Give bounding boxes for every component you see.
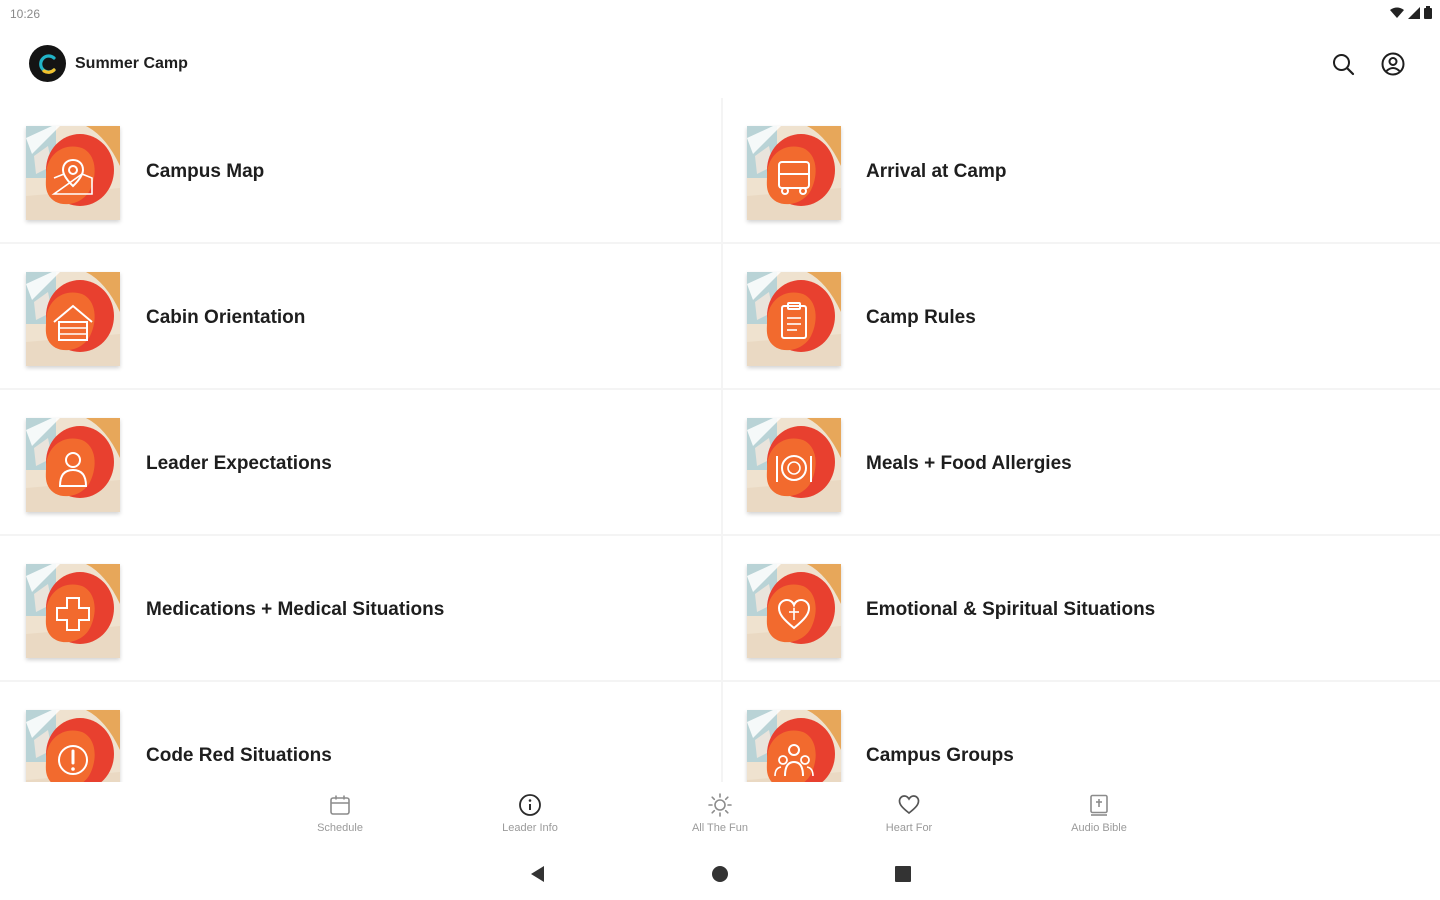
bus-icon [747, 126, 841, 220]
tile-emotional-spiritual-situations[interactable]: Emotional & Spiritual Situations [723, 536, 1440, 682]
status-bar: 10:26 [0, 0, 1440, 28]
heart-icon [747, 564, 841, 658]
cabin-icon [26, 272, 120, 366]
tile-label: Meals + Food Allergies [866, 453, 1072, 474]
tile-label: Medications + Medical Situations [146, 599, 445, 620]
group-icon [747, 710, 841, 782]
status-time: 10:26 [10, 7, 41, 21]
tile-label: Campus Groups [866, 745, 1014, 766]
tile-label: Cabin Orientation [146, 307, 306, 328]
tile-label: Emotional & Spiritual Situations [866, 599, 1156, 620]
medical-cross-icon [26, 564, 120, 658]
nav-item-schedule[interactable]: Schedule [270, 792, 410, 842]
battery-icon [1424, 6, 1432, 24]
nav-item-heart-for[interactable]: Heart For [839, 792, 979, 842]
sun-icon [707, 792, 733, 818]
tile-label: Camp Rules [866, 307, 976, 328]
tile-camp-rules[interactable]: Camp Rules [723, 244, 1440, 390]
logo-icon [38, 53, 56, 74]
plate-icon [747, 418, 841, 512]
tile-leader-expectations[interactable]: Leader Expectations [0, 390, 721, 536]
account-icon [1381, 52, 1405, 76]
calendar-icon [327, 792, 353, 818]
back-button[interactable] [526, 862, 550, 886]
system-navigation-bar [0, 846, 1440, 900]
tile-label: Code Red Situations [146, 745, 332, 766]
app-logo [29, 45, 66, 82]
signal-icon [1408, 6, 1420, 24]
status-icons [1390, 6, 1432, 24]
nav-label: All The Fun [691, 822, 749, 834]
bible-icon [1086, 792, 1112, 818]
heart-outline-icon [896, 792, 922, 818]
account-button[interactable] [1379, 50, 1407, 78]
person-icon [26, 418, 120, 512]
home-button[interactable] [708, 862, 732, 886]
nav-item-leader-info[interactable]: Leader Info [460, 792, 600, 842]
clipboard-icon [747, 272, 841, 366]
app-bar: Summer Camp [0, 28, 1440, 100]
tile-code-red-situations[interactable]: Code Red Situations [0, 682, 721, 782]
tile-cabin-orientation[interactable]: Cabin Orientation [0, 244, 721, 390]
tile-meals-food-allergies[interactable]: Meals + Food Allergies [723, 390, 1440, 536]
home-icon [712, 866, 728, 882]
nav-item-all-the-fun[interactable]: All The Fun [650, 792, 790, 842]
tile-arrival-at-camp[interactable]: Arrival at Camp [723, 98, 1440, 244]
tile-medications-medical-situations[interactable]: Medications + Medical Situations [0, 536, 721, 682]
tile-label: Campus Map [146, 161, 265, 182]
tile-grid: Campus Map Arrival at Camp Cabin Orientati… [0, 98, 1440, 782]
alert-icon [26, 710, 120, 782]
nav-label: Audio Bible [1071, 822, 1127, 834]
search-icon [1333, 54, 1355, 76]
nav-label: Heart For [885, 822, 933, 834]
recents-button[interactable] [891, 862, 915, 886]
nav-label: Schedule [317, 822, 363, 834]
tile-campus-map[interactable]: Campus Map [0, 98, 721, 244]
nav-label: Leader Info [502, 822, 558, 834]
info-icon [517, 792, 543, 818]
bottom-navigation: Schedule Leader Info All The Fun Heart F… [0, 782, 1440, 846]
nav-item-audio-bible[interactable]: Audio Bible [1029, 792, 1169, 842]
tile-label: Leader Expectations [146, 453, 332, 474]
map-pin-icon [26, 126, 120, 220]
tile-label: Arrival at Camp [866, 161, 1007, 182]
app-title: Summer Camp [75, 55, 188, 72]
wifi-icon [1390, 6, 1404, 24]
tile-campus-groups[interactable]: Campus Groups [723, 682, 1440, 782]
recents-icon [895, 866, 911, 882]
search-button[interactable] [1329, 50, 1357, 78]
back-icon [531, 866, 544, 882]
